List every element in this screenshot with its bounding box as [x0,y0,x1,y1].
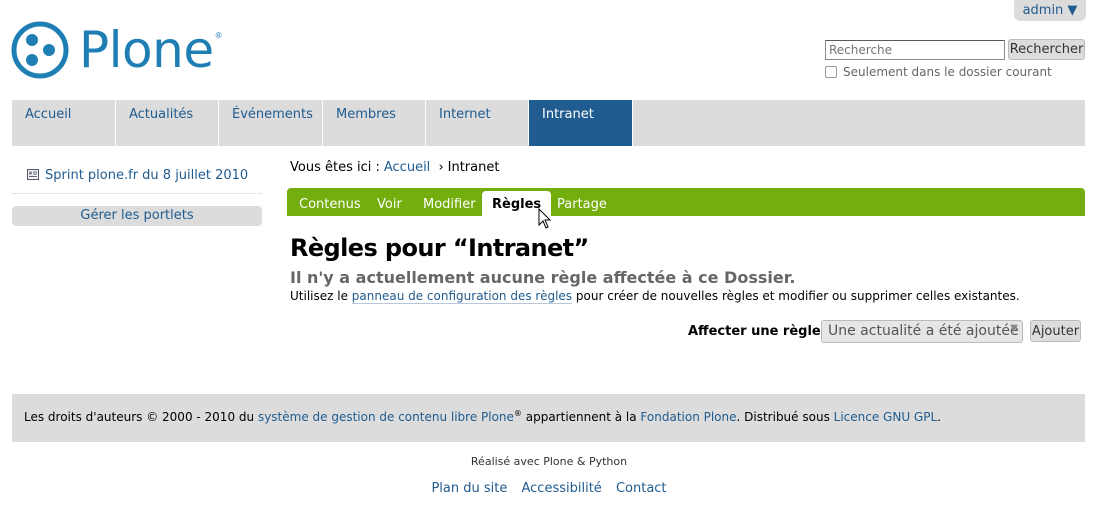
breadcrumb: Vous êtes ici : Accueil › Intranet [290,160,503,175]
nav-item-evenements[interactable]: Événements [219,100,323,146]
foundation-link[interactable]: Fondation Plone [640,410,736,424]
plone-logo-icon [11,21,69,79]
tab-modifier[interactable]: Modifier [423,197,476,212]
site-action-sitemap[interactable]: Plan du site [431,481,507,496]
add-rule-button[interactable]: Ajouter [1030,320,1081,342]
nav-item-accueil[interactable]: Accueil [12,100,116,146]
global-navigation: Accueil Actualités Événements Membres In… [12,100,1085,146]
site-logo[interactable]: Plone® [11,20,223,80]
search-input[interactable] [825,40,1005,60]
chevron-down-icon: ▼ [1010,323,1018,334]
no-rules-message: Il n'y a actuellement aucune règle affec… [290,268,796,287]
site-action-accessibility[interactable]: Accessibilité [522,481,602,496]
breadcrumb-separator: › [438,160,444,175]
nav-item-actualites[interactable]: Actualités [116,100,219,146]
content-tabs: Contenus Voir Modifier Règles Partage [287,188,1085,216]
rules-config-link[interactable]: panneau de configuration des règles [351,289,573,304]
news-portlet: Sprint plone.fr du 8 juillet 2010 [12,165,262,194]
site-actions: Plan du site Accessibilité Contact [0,481,1098,496]
cms-link[interactable]: système de gestion de contenu libre Plon… [258,410,514,424]
nav-item-membres[interactable]: Membres [323,100,426,146]
user-menu[interactable]: admin ▼ [1014,0,1086,21]
search-current-folder-option[interactable]: Seulement dans le dossier courant [825,65,1052,79]
search-button[interactable]: Rechercher [1008,39,1085,60]
current-folder-checkbox[interactable] [825,66,837,78]
nav-item-internet[interactable]: Internet [426,100,529,146]
breadcrumb-prefix: Vous êtes ici : [290,160,380,175]
colophon: Réalisé avec Plone & Python [470,455,628,468]
page-title: Règles pour “Intranet” [290,234,589,262]
mouse-pointer-icon [538,208,552,229]
site-action-contact[interactable]: Contact [616,481,667,496]
logo-text: Plone® [79,21,223,79]
tab-partage[interactable]: Partage [557,197,607,212]
breadcrumb-current: Intranet [447,160,500,175]
rule-select-value: Une actualité a été ajoutée [828,323,1019,339]
nav-item-intranet[interactable]: Intranet [529,100,633,146]
tab-contenus[interactable]: Contenus [299,197,361,212]
current-folder-label: Seulement dans le dossier courant [843,65,1052,79]
footer: Les droits d'auteurs © 2000 - 2010 du sy… [12,394,1085,442]
license-link[interactable]: Licence GNU GPL [834,410,938,424]
news-item-icon [27,169,39,180]
rule-select[interactable]: Une actualité a été ajoutée ▼ [821,320,1023,343]
rules-description: Utilisez le panneau de configuration des… [290,289,1020,304]
manage-portlets-link[interactable]: Gérer les portlets [12,206,262,226]
tab-voir[interactable]: Voir [377,197,402,212]
news-item-link[interactable]: Sprint plone.fr du 8 juillet 2010 [45,168,248,183]
assign-rule-label: Affecter une règle ici [688,324,842,339]
breadcrumb-home-link[interactable]: Accueil [384,160,430,175]
